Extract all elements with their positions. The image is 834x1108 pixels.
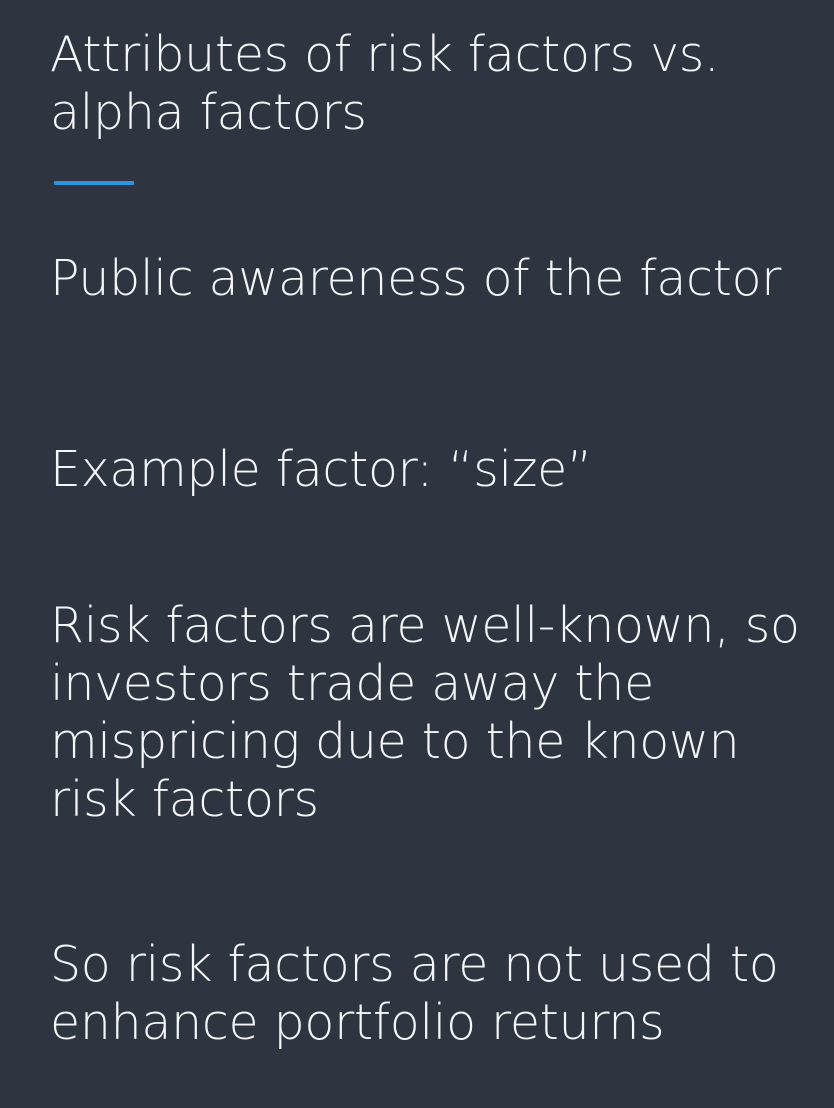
paragraph-not-used: So risk factors are not used to enhance …: [50, 936, 779, 1051]
paragraph-risk-factors-known: Risk factors are well-known, so investor…: [50, 597, 800, 828]
slide: Attributes of risk factors vs. alpha fac…: [0, 0, 834, 1108]
paragraph-public-awareness: Public awareness of the factor: [50, 250, 782, 307]
title-accent-rule: [54, 181, 134, 185]
paragraph-example-factor: Example factor: “size”: [50, 441, 593, 498]
slide-title: Attributes of risk factors vs. alpha fac…: [50, 26, 720, 141]
